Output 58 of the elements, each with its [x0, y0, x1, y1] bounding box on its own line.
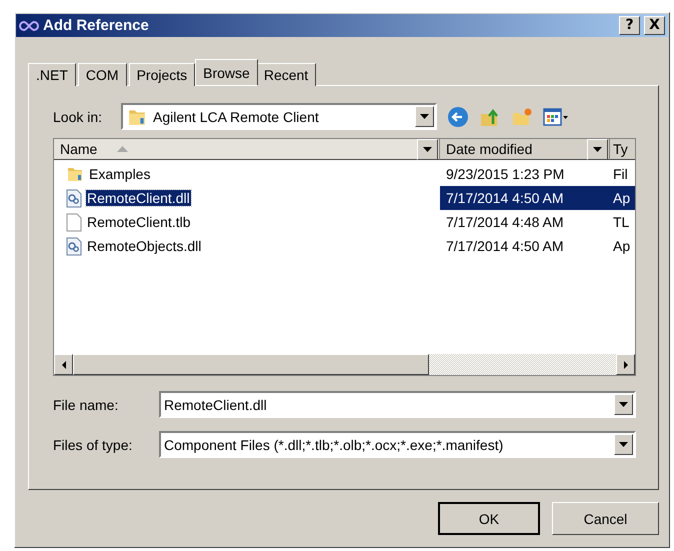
look-in-dropdown[interactable]: Agilent LCA Remote Client [121, 103, 437, 130]
dropdown-button[interactable] [415, 106, 434, 127]
type-cell-text: Ap [612, 238, 632, 254]
file-row[interactable]: RemoteObjects.dll 7/17/2014 4:50 AM Ap [54, 234, 635, 258]
caret-icon [420, 114, 429, 119]
file-name: RemoteObjects.dll [86, 238, 202, 254]
caret-icon [619, 402, 628, 407]
caret-icon [593, 146, 602, 152]
file-name: RemoteClient.tlb [86, 214, 192, 230]
file-row[interactable]: RemoteClient.dll 7/17/2014 4:50 AM Ap [54, 186, 635, 210]
left-arrow-icon [62, 360, 66, 368]
right-arrow-icon [624, 360, 628, 368]
file-row[interactable]: RemoteClient.tlb 7/17/2014 4:48 AM TL [54, 210, 635, 234]
close-button[interactable]: X [644, 16, 665, 35]
help-button[interactable]: ? [619, 16, 640, 35]
type-cell-text: Ap [612, 190, 632, 206]
dropdown-button[interactable] [614, 434, 633, 455]
file-type-label: Files of type: [53, 436, 134, 452]
cancel-button[interactable]: Cancel [552, 502, 659, 535]
file-row[interactable]: Examples 9/23/2015 1:23 PM Fil [54, 162, 635, 186]
type-cell-text: Fil [612, 166, 629, 182]
sort-arrow-icon [117, 146, 128, 152]
tab[interactable]: Projects [128, 63, 196, 86]
scroll-right-button[interactable] [616, 354, 635, 375]
tab[interactable]: Browse [195, 59, 258, 85]
gear-file-icon [66, 236, 82, 256]
column-header[interactable]: Date modified [440, 139, 610, 160]
folder-icon [66, 165, 84, 183]
tab[interactable]: .NET [28, 63, 76, 86]
scroll-left-button[interactable] [54, 354, 73, 375]
scroll-thumb[interactable] [73, 354, 429, 375]
window-title: Add Reference [43, 17, 150, 34]
look-in-label: Look in: [53, 108, 104, 124]
gear-file-icon [66, 188, 82, 208]
file-icon [66, 212, 82, 232]
type-cell-text: TL [612, 214, 630, 230]
dropdown-button[interactable] [614, 394, 633, 415]
file-name-field[interactable]: RemoteClient.dll [159, 391, 636, 418]
date-cell-text: 9/23/2015 1:23 PM [445, 166, 566, 182]
infinity-icon [19, 20, 39, 30]
column-dropdown[interactable] [417, 139, 438, 160]
file-name-label: File name: [53, 396, 120, 412]
view-menu-icon[interactable] [543, 106, 569, 126]
file-type-dropdown[interactable]: Component Files (*.dll;*.tlb;*.olb;*.ocx;*.exe;*.manifest) [159, 431, 636, 458]
tab[interactable]: Recent [256, 63, 316, 86]
date-cell-text: 7/17/2014 4:48 AM [445, 214, 565, 230]
caret-icon [619, 442, 628, 447]
date-cell-text: 7/17/2014 4:50 AM [445, 238, 565, 254]
file-name: RemoteClient.dll [86, 190, 191, 206]
column-header[interactable]: Name [54, 139, 440, 160]
file-name: Examples [88, 166, 152, 182]
horizontal-scrollbar[interactable] [54, 354, 635, 375]
ok-button[interactable]: OK [438, 502, 540, 535]
date-cell-text: 7/17/2014 4:50 AM [445, 190, 565, 206]
tab[interactable]: COM [78, 63, 127, 86]
back-icon[interactable] [447, 106, 469, 128]
caret-icon [423, 146, 432, 152]
column-dropdown[interactable] [587, 139, 608, 160]
